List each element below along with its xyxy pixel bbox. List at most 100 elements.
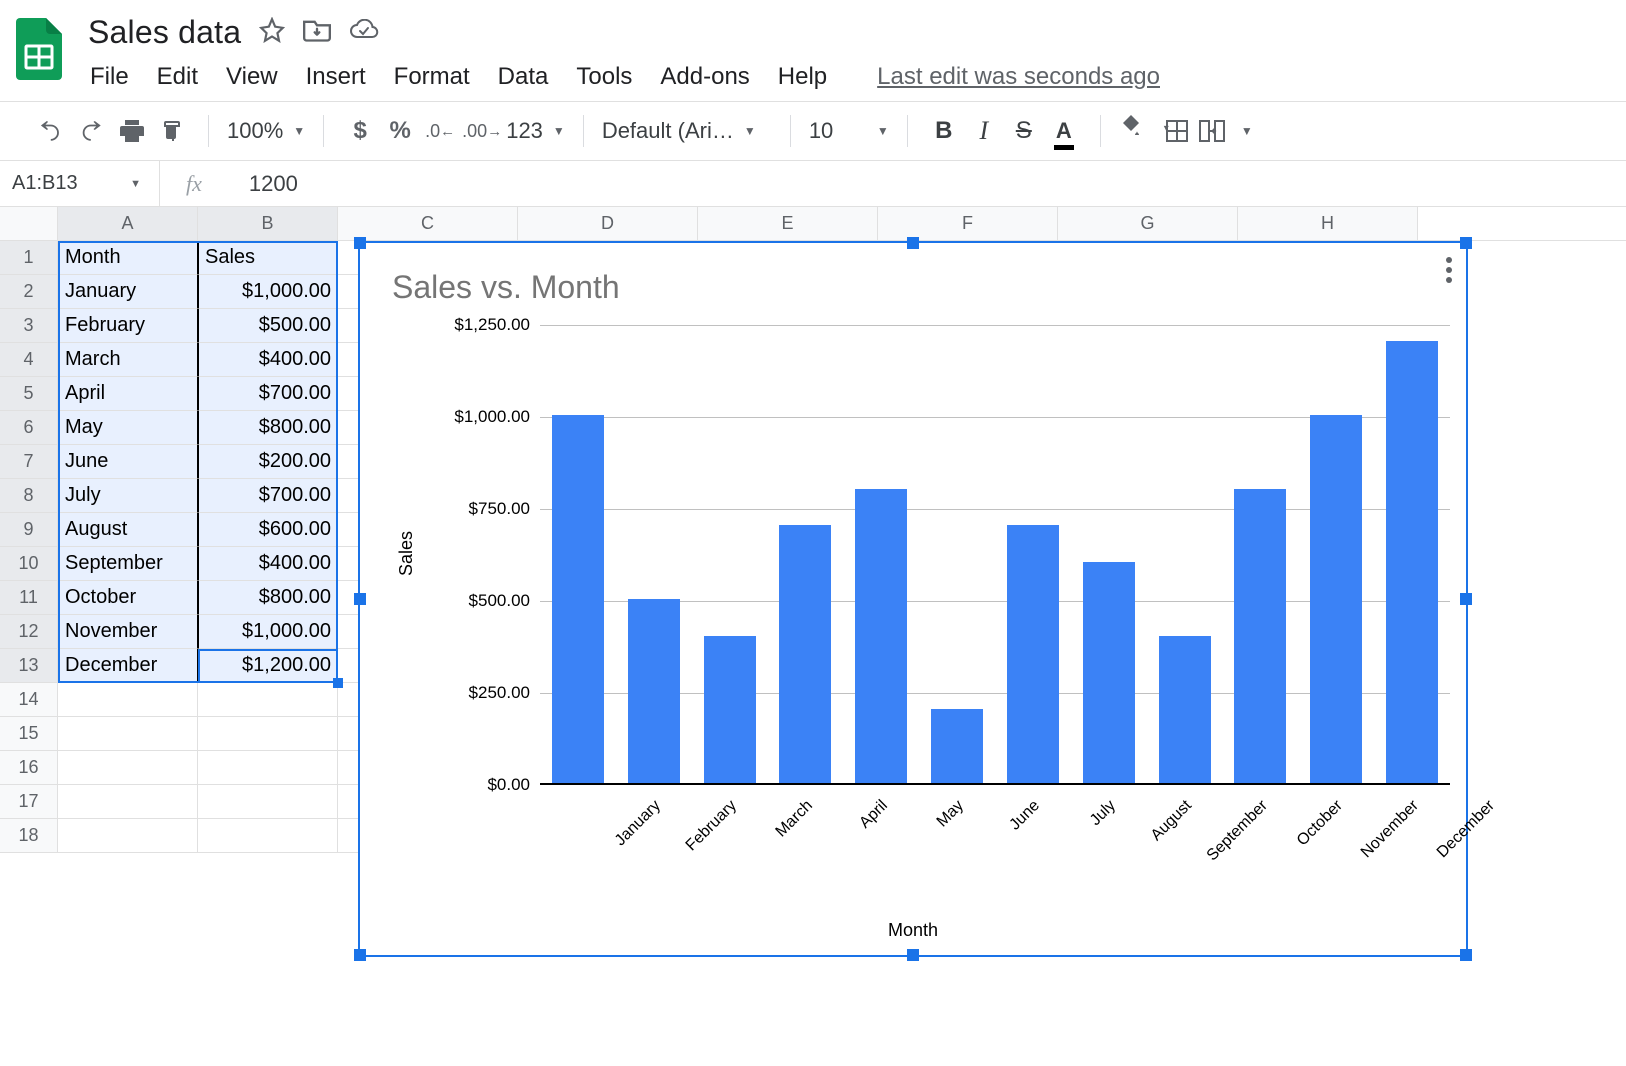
document-title[interactable]: Sales data xyxy=(88,14,241,51)
row-header-1[interactable]: 1 xyxy=(0,241,58,275)
cell-A3[interactable]: February xyxy=(58,309,198,343)
menu-format[interactable]: Format xyxy=(394,63,470,91)
row-header-7[interactable]: 7 xyxy=(0,445,58,479)
redo-icon[interactable] xyxy=(74,113,110,149)
print-icon[interactable] xyxy=(114,113,150,149)
cell-B11[interactable]: $800.00 xyxy=(198,581,338,615)
cell-B2[interactable]: $1,000.00 xyxy=(198,275,338,309)
chart-bar[interactable] xyxy=(1007,525,1059,783)
column-header-H[interactable]: H xyxy=(1238,207,1418,240)
cell-B9[interactable]: $600.00 xyxy=(198,513,338,547)
chart-bar[interactable] xyxy=(779,525,831,783)
column-header-F[interactable]: F xyxy=(878,207,1058,240)
row-header-5[interactable]: 5 xyxy=(0,377,58,411)
cell-A13[interactable]: December xyxy=(58,649,198,683)
cell-A8[interactable]: July xyxy=(58,479,198,513)
more-formats-select[interactable]: 123▼ xyxy=(506,118,565,144)
cell-A9[interactable]: August xyxy=(58,513,198,547)
column-header-E[interactable]: E xyxy=(698,207,878,240)
cell-A5[interactable]: April xyxy=(58,377,198,411)
cell-B15[interactable] xyxy=(198,717,338,751)
chart-bar[interactable] xyxy=(855,489,907,783)
font-family-select[interactable]: Default (Ari…▼ xyxy=(602,118,772,144)
bold-icon[interactable]: B xyxy=(926,113,962,149)
chart-bar[interactable] xyxy=(1234,489,1286,783)
row-header-11[interactable]: 11 xyxy=(0,581,58,615)
row-header-14[interactable]: 14 xyxy=(0,683,58,717)
row-header-4[interactable]: 4 xyxy=(0,343,58,377)
cell-A17[interactable] xyxy=(58,785,198,819)
last-edit-status[interactable]: Last edit was seconds ago xyxy=(877,63,1160,91)
cell-B18[interactable] xyxy=(198,819,338,853)
row-header-10[interactable]: 10 xyxy=(0,547,58,581)
spreadsheet-grid[interactable]: ABCDEFGH Sales vs. Month Sales Month $0.… xyxy=(0,207,1626,853)
zoom-select[interactable]: 100%▼ xyxy=(227,118,305,144)
menu-addons[interactable]: Add-ons xyxy=(660,63,749,91)
menu-file[interactable]: File xyxy=(90,63,129,91)
menu-insert[interactable]: Insert xyxy=(306,63,366,91)
column-header-B[interactable]: B xyxy=(198,207,338,240)
text-color-icon[interactable]: A xyxy=(1046,113,1082,149)
merge-cells-icon[interactable]: ▼ xyxy=(1199,120,1253,142)
cell-B6[interactable]: $800.00 xyxy=(198,411,338,445)
chart-bar[interactable] xyxy=(1159,636,1211,783)
chart-options-icon[interactable] xyxy=(1446,257,1452,283)
increase-decimal-icon[interactable]: .00→ xyxy=(462,113,502,149)
chart-bar[interactable] xyxy=(552,415,604,783)
name-box[interactable]: A1:B13▼ xyxy=(0,161,160,206)
italic-icon[interactable]: I xyxy=(966,113,1002,149)
format-currency-icon[interactable]: $ xyxy=(342,113,378,149)
cell-B3[interactable]: $500.00 xyxy=(198,309,338,343)
cell-A7[interactable]: June xyxy=(58,445,198,479)
row-header-15[interactable]: 15 xyxy=(0,717,58,751)
move-to-folder-icon[interactable] xyxy=(303,18,331,47)
chart-bar[interactable] xyxy=(1310,415,1362,783)
menu-tools[interactable]: Tools xyxy=(576,63,632,91)
select-all-corner[interactable] xyxy=(0,207,58,240)
selection-fill-handle[interactable] xyxy=(333,678,343,688)
star-icon[interactable] xyxy=(259,17,285,48)
cell-A1[interactable]: Month xyxy=(58,241,198,275)
paint-format-icon[interactable] xyxy=(154,113,190,149)
cell-B14[interactable] xyxy=(198,683,338,717)
fill-color-icon[interactable]: ▾ xyxy=(1119,113,1155,149)
formula-input[interactable]: 1200 xyxy=(229,171,1626,197)
row-header-16[interactable]: 16 xyxy=(0,751,58,785)
cloud-status-icon[interactable] xyxy=(349,19,379,46)
strikethrough-icon[interactable]: S xyxy=(1006,113,1042,149)
cell-A4[interactable]: March xyxy=(58,343,198,377)
row-header-8[interactable]: 8 xyxy=(0,479,58,513)
row-header-18[interactable]: 18 xyxy=(0,819,58,853)
cell-B17[interactable] xyxy=(198,785,338,819)
cell-B1[interactable]: Sales xyxy=(198,241,338,275)
font-size-select[interactable]: 10▼ xyxy=(809,118,889,144)
cell-B10[interactable]: $400.00 xyxy=(198,547,338,581)
cell-A16[interactable] xyxy=(58,751,198,785)
row-header-2[interactable]: 2 xyxy=(0,275,58,309)
cell-A2[interactable]: January xyxy=(58,275,198,309)
cell-B4[interactable]: $400.00 xyxy=(198,343,338,377)
cell-A14[interactable] xyxy=(58,683,198,717)
row-header-13[interactable]: 13 xyxy=(0,649,58,683)
column-header-A[interactable]: A xyxy=(58,207,198,240)
format-percent-icon[interactable]: % xyxy=(382,113,418,149)
cell-B13[interactable]: $1,200.00 xyxy=(198,649,338,683)
cell-A11[interactable]: October xyxy=(58,581,198,615)
chart-bar[interactable] xyxy=(1386,341,1438,783)
menu-view[interactable]: View xyxy=(226,63,278,91)
row-header-6[interactable]: 6 xyxy=(0,411,58,445)
chart-bar[interactable] xyxy=(931,709,983,783)
cell-A18[interactable] xyxy=(58,819,198,853)
chart-bar[interactable] xyxy=(704,636,756,783)
menu-edit[interactable]: Edit xyxy=(157,63,198,91)
row-header-17[interactable]: 17 xyxy=(0,785,58,819)
cell-B5[interactable]: $700.00 xyxy=(198,377,338,411)
row-header-3[interactable]: 3 xyxy=(0,309,58,343)
column-header-D[interactable]: D xyxy=(518,207,698,240)
chart-bar[interactable] xyxy=(628,599,680,783)
sheets-logo-icon[interactable] xyxy=(10,10,68,88)
menu-data[interactable]: Data xyxy=(498,63,549,91)
cell-B16[interactable] xyxy=(198,751,338,785)
cell-A10[interactable]: September xyxy=(58,547,198,581)
cell-A12[interactable]: November xyxy=(58,615,198,649)
